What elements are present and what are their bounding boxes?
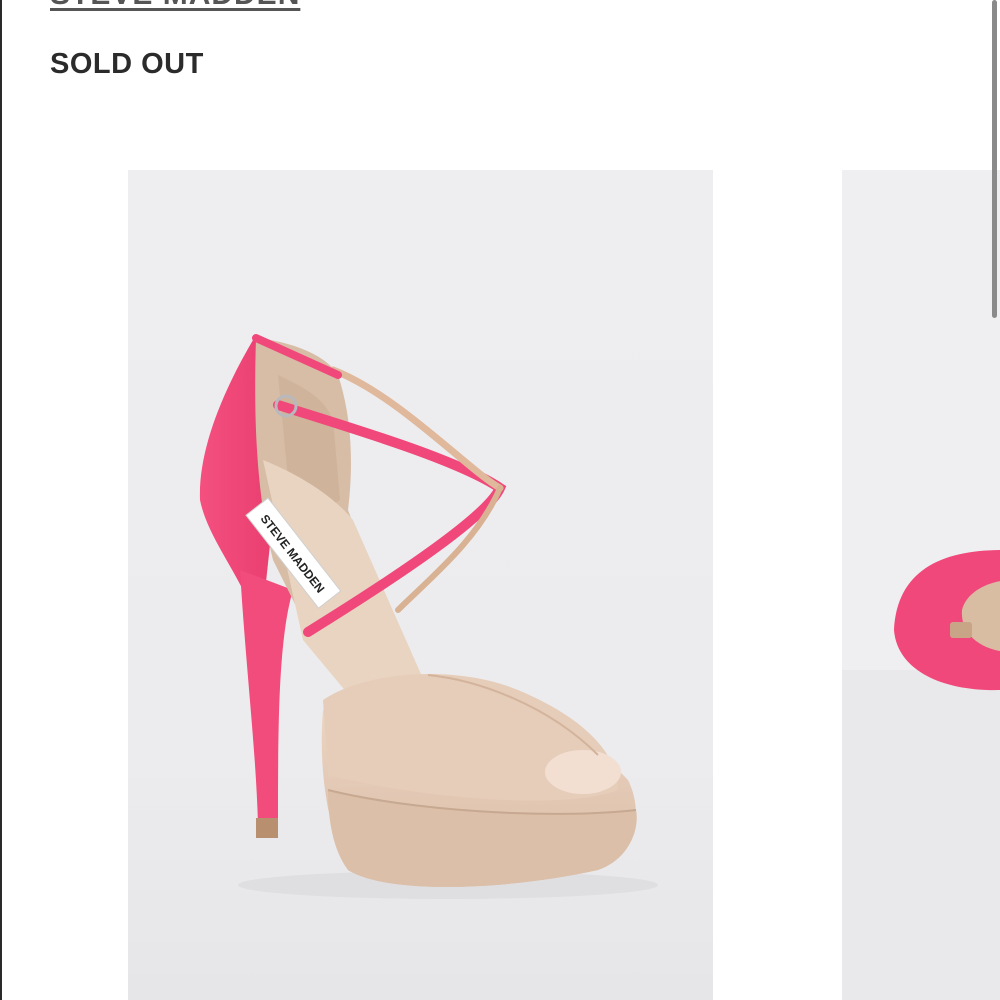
sold-out-status: SOLD OUT xyxy=(50,48,204,80)
brand-link[interactable]: STEVE MADDEN xyxy=(50,0,300,12)
product-image-next[interactable] xyxy=(842,170,1000,1000)
product-image-main[interactable]: STEVE MADDEN xyxy=(128,170,713,1000)
product-image-gallery[interactable]: STEVE MADDEN xyxy=(0,170,1000,1000)
shoe-illustration-partial xyxy=(842,170,1000,1000)
scrollbar[interactable] xyxy=(992,0,997,318)
shoe-illustration: STEVE MADDEN xyxy=(128,170,713,1000)
